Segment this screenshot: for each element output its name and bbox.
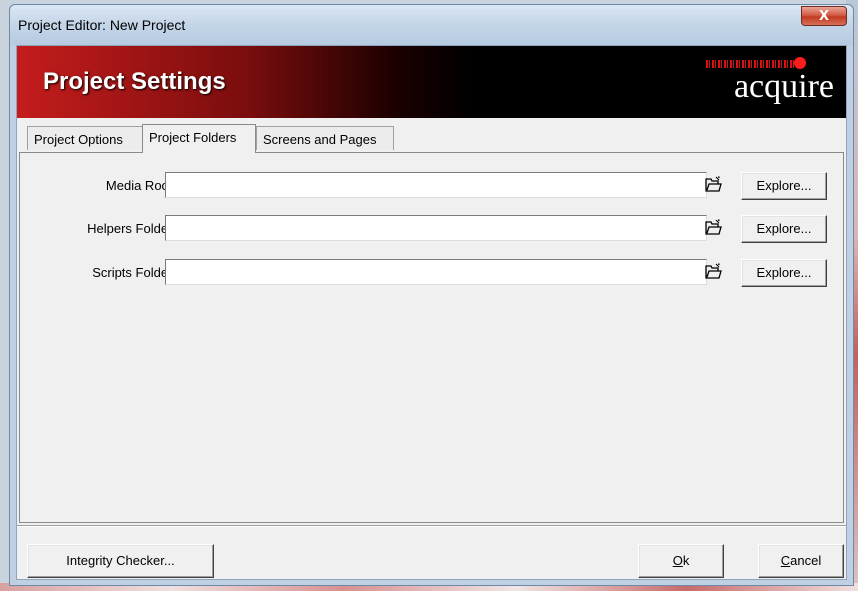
cancel-button[interactable]: Cancel: [758, 544, 844, 578]
integrity-checker-button[interactable]: Integrity Checker...: [27, 544, 214, 578]
scripts-folder-explore-button[interactable]: Explore...: [741, 259, 827, 287]
dialog-client-area: Project Settings acquire Project Options…: [16, 45, 847, 580]
scripts-folder-input[interactable]: [165, 259, 707, 285]
open-folder-icon[interactable]: [704, 176, 724, 194]
cancel-mnemonic: C: [780, 553, 791, 568]
window-title: Project Editor: New Project: [18, 17, 186, 33]
media-root-input[interactable]: [165, 172, 707, 198]
helpers-folder-input[interactable]: [165, 215, 707, 241]
banner-title: Project Settings: [43, 68, 226, 95]
scripts-folder-row: Scripts Folder: Explore...: [20, 259, 845, 287]
open-folder-icon[interactable]: [704, 263, 724, 281]
helpers-folder-row: Helpers Folder: Explore...: [20, 215, 845, 243]
tab-project-folders[interactable]: Project Folders: [142, 124, 256, 153]
media-root-explore-button[interactable]: Explore...: [741, 172, 827, 200]
helpers-folder-explore-button[interactable]: Explore...: [741, 215, 827, 243]
tab-label: Project Folders: [149, 130, 237, 145]
tab-strip: Project Options Project Folders Screens …: [19, 124, 846, 153]
tab-screens-and-pages[interactable]: Screens and Pages: [256, 126, 394, 150]
close-icon: X: [818, 8, 830, 24]
scripts-folder-label: Scripts Folder:: [92, 265, 176, 280]
ok-mnemonic: O: [672, 553, 683, 568]
ok-button[interactable]: Ok: [638, 544, 724, 578]
tab-label: Project Options: [34, 132, 123, 147]
title-bar: Project Editor: New Project X: [10, 5, 853, 45]
cancel-label-rest: ancel: [790, 553, 822, 568]
close-button[interactable]: X: [801, 6, 847, 26]
dialog-window: Project Editor: New Project X Project Se…: [9, 4, 854, 586]
acquire-logo: acquire: [684, 54, 834, 114]
logo-wordmark: acquire: [733, 68, 834, 105]
media-root-row: Media Root: Explore...: [20, 172, 845, 200]
helpers-folder-label: Helpers Folder:: [87, 221, 176, 236]
footer-divider: [17, 525, 846, 527]
logo-barcode-graphic: [706, 60, 798, 68]
open-folder-icon[interactable]: [704, 219, 724, 237]
ok-label-rest: k: [682, 553, 690, 568]
banner: Project Settings acquire: [17, 46, 846, 118]
tab-project-options[interactable]: Project Options: [27, 126, 143, 150]
tab-label: Screens and Pages: [263, 132, 377, 147]
project-folders-panel: Media Root: Explore... Helpers Folder: E…: [19, 152, 844, 523]
